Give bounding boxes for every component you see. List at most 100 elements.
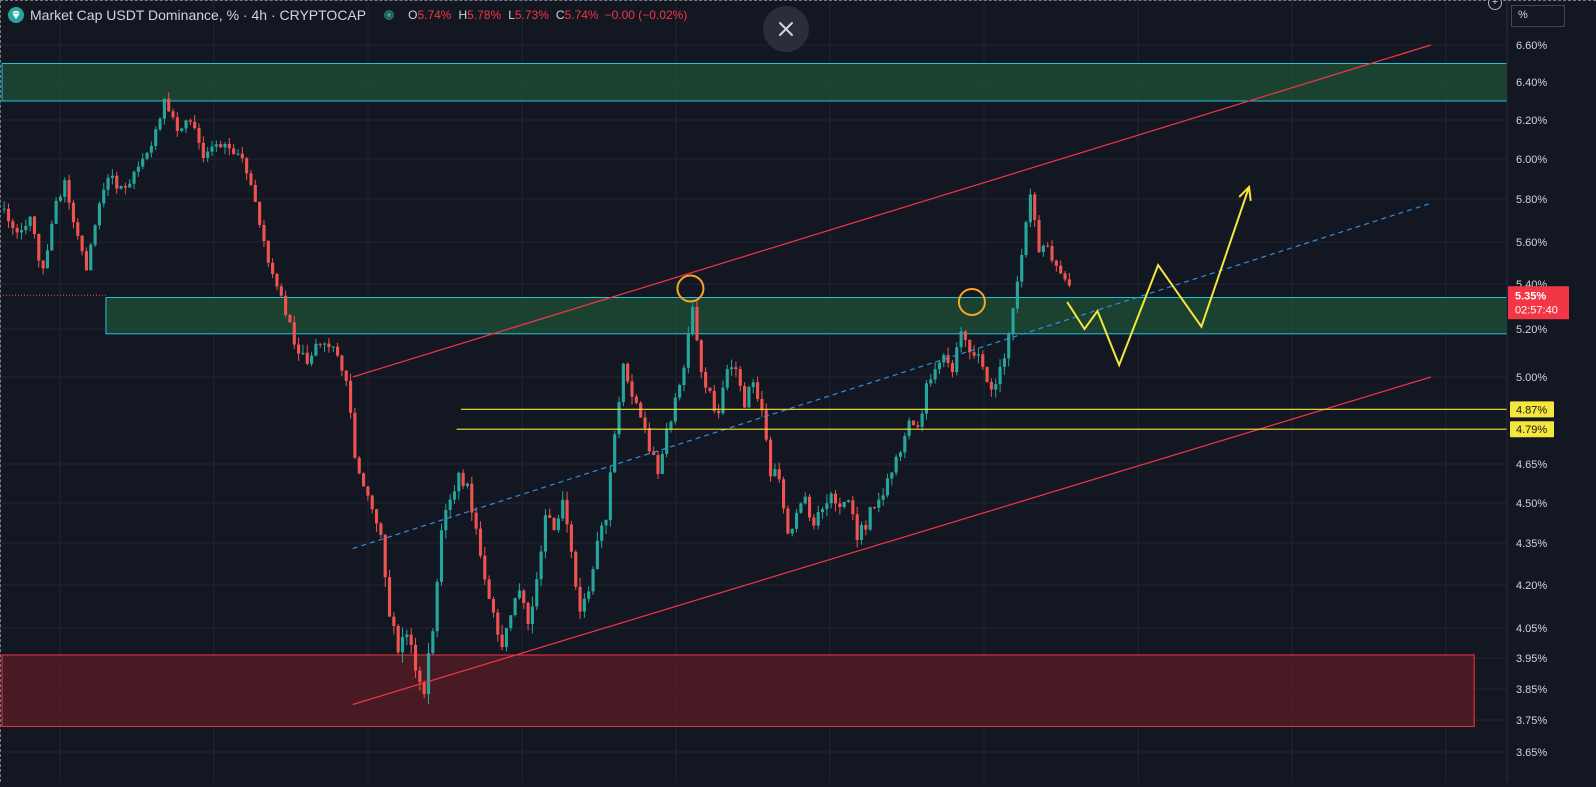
symbol-title[interactable]: Market Cap USDT Dominance, % · 4h · CRYP… bbox=[30, 7, 366, 23]
candle-body bbox=[976, 354, 980, 356]
candle-body bbox=[738, 368, 742, 386]
candle-body bbox=[271, 262, 275, 274]
candle-body bbox=[1024, 222, 1028, 256]
price-tick-label: 3.95% bbox=[1516, 653, 1547, 665]
candle-body bbox=[686, 333, 690, 368]
zone-resistance bbox=[1, 63, 1508, 102]
candle-body bbox=[1046, 245, 1050, 247]
candle-body bbox=[89, 244, 93, 271]
chart-area[interactable]: 6.60% 6.40% 6.20% 6.00% 5.80% 5.60% 5.40% 5.20%… bbox=[0, 0, 1596, 782]
candle-body bbox=[539, 551, 543, 580]
candle-body bbox=[963, 331, 967, 340]
candle-body bbox=[777, 469, 781, 480]
frame-left-border bbox=[0, 0, 1, 782]
candle-body bbox=[604, 519, 608, 526]
candle-body bbox=[405, 634, 409, 638]
candle-body bbox=[45, 250, 50, 269]
candle-body bbox=[132, 171, 136, 184]
candle-body bbox=[474, 512, 478, 529]
candle-body bbox=[756, 382, 760, 399]
candle-body bbox=[691, 306, 695, 334]
price-tick-label: 3.65% bbox=[1516, 747, 1547, 759]
candle-body bbox=[820, 509, 825, 513]
candle-body bbox=[1067, 279, 1071, 286]
candle-body bbox=[210, 146, 214, 152]
price-tick-label: 3.85% bbox=[1516, 684, 1547, 696]
candle-body bbox=[37, 233, 41, 261]
candle-body bbox=[626, 363, 630, 382]
candle-body bbox=[807, 496, 812, 518]
candle-body bbox=[32, 216, 37, 234]
candle-body bbox=[786, 508, 790, 534]
open-label: O bbox=[408, 8, 418, 22]
candle-body bbox=[864, 524, 868, 530]
candle-body bbox=[678, 385, 682, 398]
candle-body bbox=[154, 129, 158, 146]
candle-body bbox=[877, 499, 881, 508]
countdown-label: 02:57:40 bbox=[1515, 304, 1558, 316]
candle-body bbox=[937, 362, 942, 370]
candle-body bbox=[950, 362, 954, 373]
candle-body bbox=[2, 208, 6, 210]
candle-body bbox=[11, 221, 15, 228]
candle-body bbox=[444, 510, 448, 531]
price-tick-label: 3.75% bbox=[1516, 715, 1547, 727]
candle-body bbox=[214, 144, 218, 147]
candle-body bbox=[439, 530, 444, 582]
price-tick-label: 5.60% bbox=[1516, 237, 1547, 249]
candle-body bbox=[145, 152, 149, 159]
zone-demand bbox=[1, 654, 1475, 727]
candle-body bbox=[67, 180, 71, 203]
candle-body bbox=[175, 117, 179, 131]
candle-body bbox=[825, 503, 829, 510]
candle-body bbox=[933, 369, 937, 380]
candle-body bbox=[206, 151, 210, 159]
candle-body bbox=[184, 120, 188, 129]
candle-body bbox=[725, 369, 729, 388]
candle-body bbox=[1037, 219, 1041, 253]
candle-body bbox=[171, 111, 175, 118]
close-label: C bbox=[555, 8, 565, 22]
candle-body bbox=[197, 128, 201, 143]
candle-body bbox=[695, 306, 699, 341]
price-tick-label: 6.00% bbox=[1516, 154, 1547, 166]
candle-body bbox=[747, 386, 751, 408]
candle-body bbox=[15, 227, 19, 233]
candle-body bbox=[920, 413, 924, 427]
candle-body bbox=[535, 579, 539, 607]
candle-body bbox=[955, 347, 959, 373]
candle-body bbox=[630, 381, 634, 397]
candle-body bbox=[297, 344, 301, 354]
candle-body bbox=[708, 387, 712, 391]
scale-mode-badge[interactable]: % bbox=[1511, 5, 1565, 27]
candle-body bbox=[682, 367, 686, 386]
level-tag-label: 4.87% bbox=[1516, 404, 1547, 416]
candle-body bbox=[907, 420, 911, 436]
candle-body bbox=[1041, 245, 1045, 253]
candle-body bbox=[504, 628, 509, 648]
candle-body bbox=[54, 200, 58, 224]
candle-body bbox=[58, 196, 63, 201]
candle-body bbox=[392, 616, 396, 626]
candle-body bbox=[851, 500, 855, 515]
candle-body bbox=[487, 579, 491, 600]
candle-body bbox=[80, 235, 84, 252]
candle-body bbox=[881, 495, 885, 500]
candle-body bbox=[349, 380, 353, 413]
low-value: 5.73% bbox=[514, 8, 549, 22]
candle-body bbox=[435, 581, 439, 632]
candle-body bbox=[522, 590, 526, 604]
candle-body bbox=[981, 354, 985, 367]
zone-support-resistance bbox=[105, 297, 1508, 335]
price-chart[interactable]: 6.60%6.40%6.20%6.00%5.80%5.60%5.40%5.20%… bbox=[0, 0, 1596, 782]
candle-body bbox=[141, 158, 145, 167]
candle-body bbox=[266, 241, 270, 263]
price-axis[interactable]: 6.60%6.40%6.20%6.00%5.80%5.60%5.40%5.20%… bbox=[1506, 0, 1596, 782]
candle-body bbox=[647, 428, 651, 452]
candle-body bbox=[357, 457, 361, 474]
candle-body bbox=[885, 478, 890, 496]
candle-body bbox=[431, 631, 435, 654]
candle-body bbox=[379, 523, 383, 535]
close-button[interactable] bbox=[763, 6, 809, 52]
price-tick-label: 5.00% bbox=[1516, 372, 1547, 384]
